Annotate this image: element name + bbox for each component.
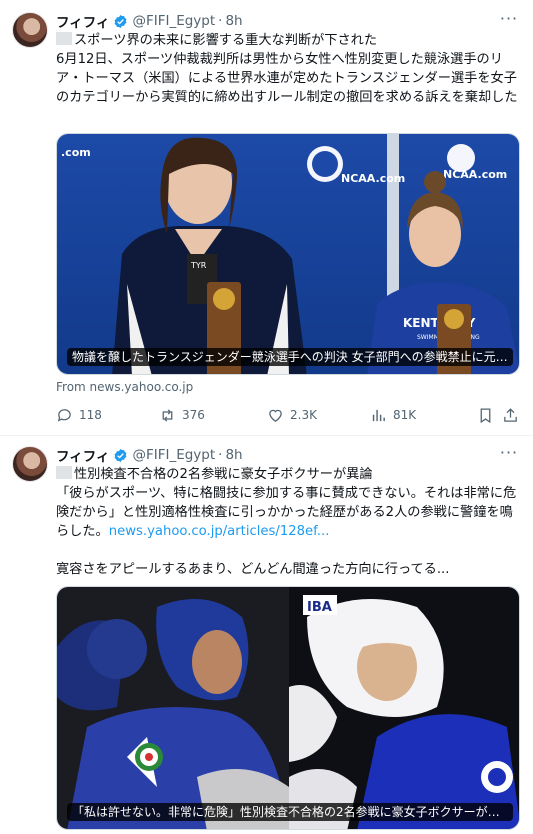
bookmark-icon (480, 407, 491, 423)
avatar[interactable] (12, 12, 48, 48)
more-options-icon[interactable]: ··· (499, 445, 519, 466)
tweet-media[interactable]: IBA 「私は許せない。非常に危険」性別検査不合格の2名参戦に豪女子ボクサーが異… (56, 586, 520, 830)
separator-dot: · (218, 447, 223, 463)
timestamp[interactable]: 8h (225, 447, 242, 463)
emoji-placeholder-icon (56, 32, 72, 45)
repost-icon (162, 408, 173, 422)
bookmark-button[interactable] (477, 407, 500, 424)
like-button[interactable]: 2.3K (267, 407, 317, 424)
verified-badge-icon (115, 14, 127, 28)
media-caption: 物議を醸したトランスジェンダー競泳選手への判決 女子部門への参戦禁止に元金... (67, 348, 513, 366)
like-count: 2.3K (290, 408, 317, 422)
author-name[interactable]: フィフィ (56, 11, 109, 31)
tweet-text-line2: 6月12日、スポーツ仲裁裁判所は男性から女性へ性別変更した競泳選手のリア・トーマ… (56, 52, 518, 105)
tweet-actions: 118 376 2.3K 81K (56, 405, 520, 425)
tweet-header: フィフィ @FIFI_Egypt · 8h (56, 11, 243, 31)
tweet-text-line1: スポーツ界の未来に影響する重大な判断が下された (74, 33, 378, 48)
heart-icon (269, 409, 282, 422)
ncaa-logo-text-2: NCAA.com (443, 168, 507, 181)
share-icon (504, 407, 517, 422)
media-image: NCAA.com NCAA.com .com TYR KENTUCKY SWIM… (57, 134, 519, 374)
author-name[interactable]: フィフィ (56, 445, 109, 465)
timestamp[interactable]: 8h (225, 13, 242, 29)
analytics-icon (372, 409, 385, 421)
view-count: 81K (393, 408, 417, 422)
media-caption: 「私は許せない。非常に危険」性別検査不合格の2名参戦に豪女子ボクサーが異... (67, 803, 513, 821)
verified-badge-icon (115, 448, 127, 462)
tweet-text: 性別検査不合格の2名参戦に豪女子ボクサーが異論 「彼らがスポーツ、特に格闘技に参… (56, 465, 518, 579)
tweet-text-line3: 寛容さをアピールするあまり、どんどん間違った方向に行ってる... (56, 562, 450, 577)
repost-count: 376 (182, 408, 205, 422)
author-handle[interactable]: @FIFI_Egypt (132, 13, 215, 29)
share-button[interactable] (502, 407, 525, 424)
media-image: IBA (57, 587, 519, 829)
reply-icon (57, 408, 71, 422)
tweet-media[interactable]: NCAA.com NCAA.com .com TYR KENTUCKY SWIM… (56, 133, 520, 375)
emoji-placeholder-icon (56, 466, 72, 479)
tweet-1[interactable]: フィフィ @FIFI_Egypt · 8h ··· スポーツ界の未来に影響する重… (0, 0, 533, 436)
tweet-header: フィフィ @FIFI_Egypt · 8h (56, 445, 243, 465)
separator-dot: · (218, 13, 223, 29)
repost-button[interactable]: 376 (159, 407, 205, 424)
article-link[interactable]: news.yahoo.co.jp/articles/128ef... (109, 524, 330, 539)
author-handle[interactable]: @FIFI_Egypt (132, 447, 215, 463)
ncaa-dotcom-text: .com (61, 146, 91, 159)
ncaa-logo-text-1: NCAA.com (341, 172, 405, 185)
tweet-2[interactable]: フィフィ @FIFI_Egypt · 8h ··· 性別検査不合格の2名参戦に豪… (0, 436, 533, 834)
tweet-text-line1: 性別検査不合格の2名参戦に豪女子ボクサーが異論 (74, 467, 373, 482)
tweet-text: スポーツ界の未来に影響する重大な判断が下された 6月12日、スポーツ仲裁裁判所は… (56, 31, 518, 107)
views-button[interactable]: 81K (370, 407, 416, 424)
more-options-icon[interactable]: ··· (499, 11, 519, 32)
reply-button[interactable]: 118 (56, 407, 102, 424)
reply-count: 118 (79, 408, 102, 422)
avatar[interactable] (12, 446, 48, 482)
link-source[interactable]: From news.yahoo.co.jp (56, 380, 193, 394)
iba-logo-text: IBA (307, 600, 332, 615)
tyr-logo-text: TYR (190, 261, 207, 270)
